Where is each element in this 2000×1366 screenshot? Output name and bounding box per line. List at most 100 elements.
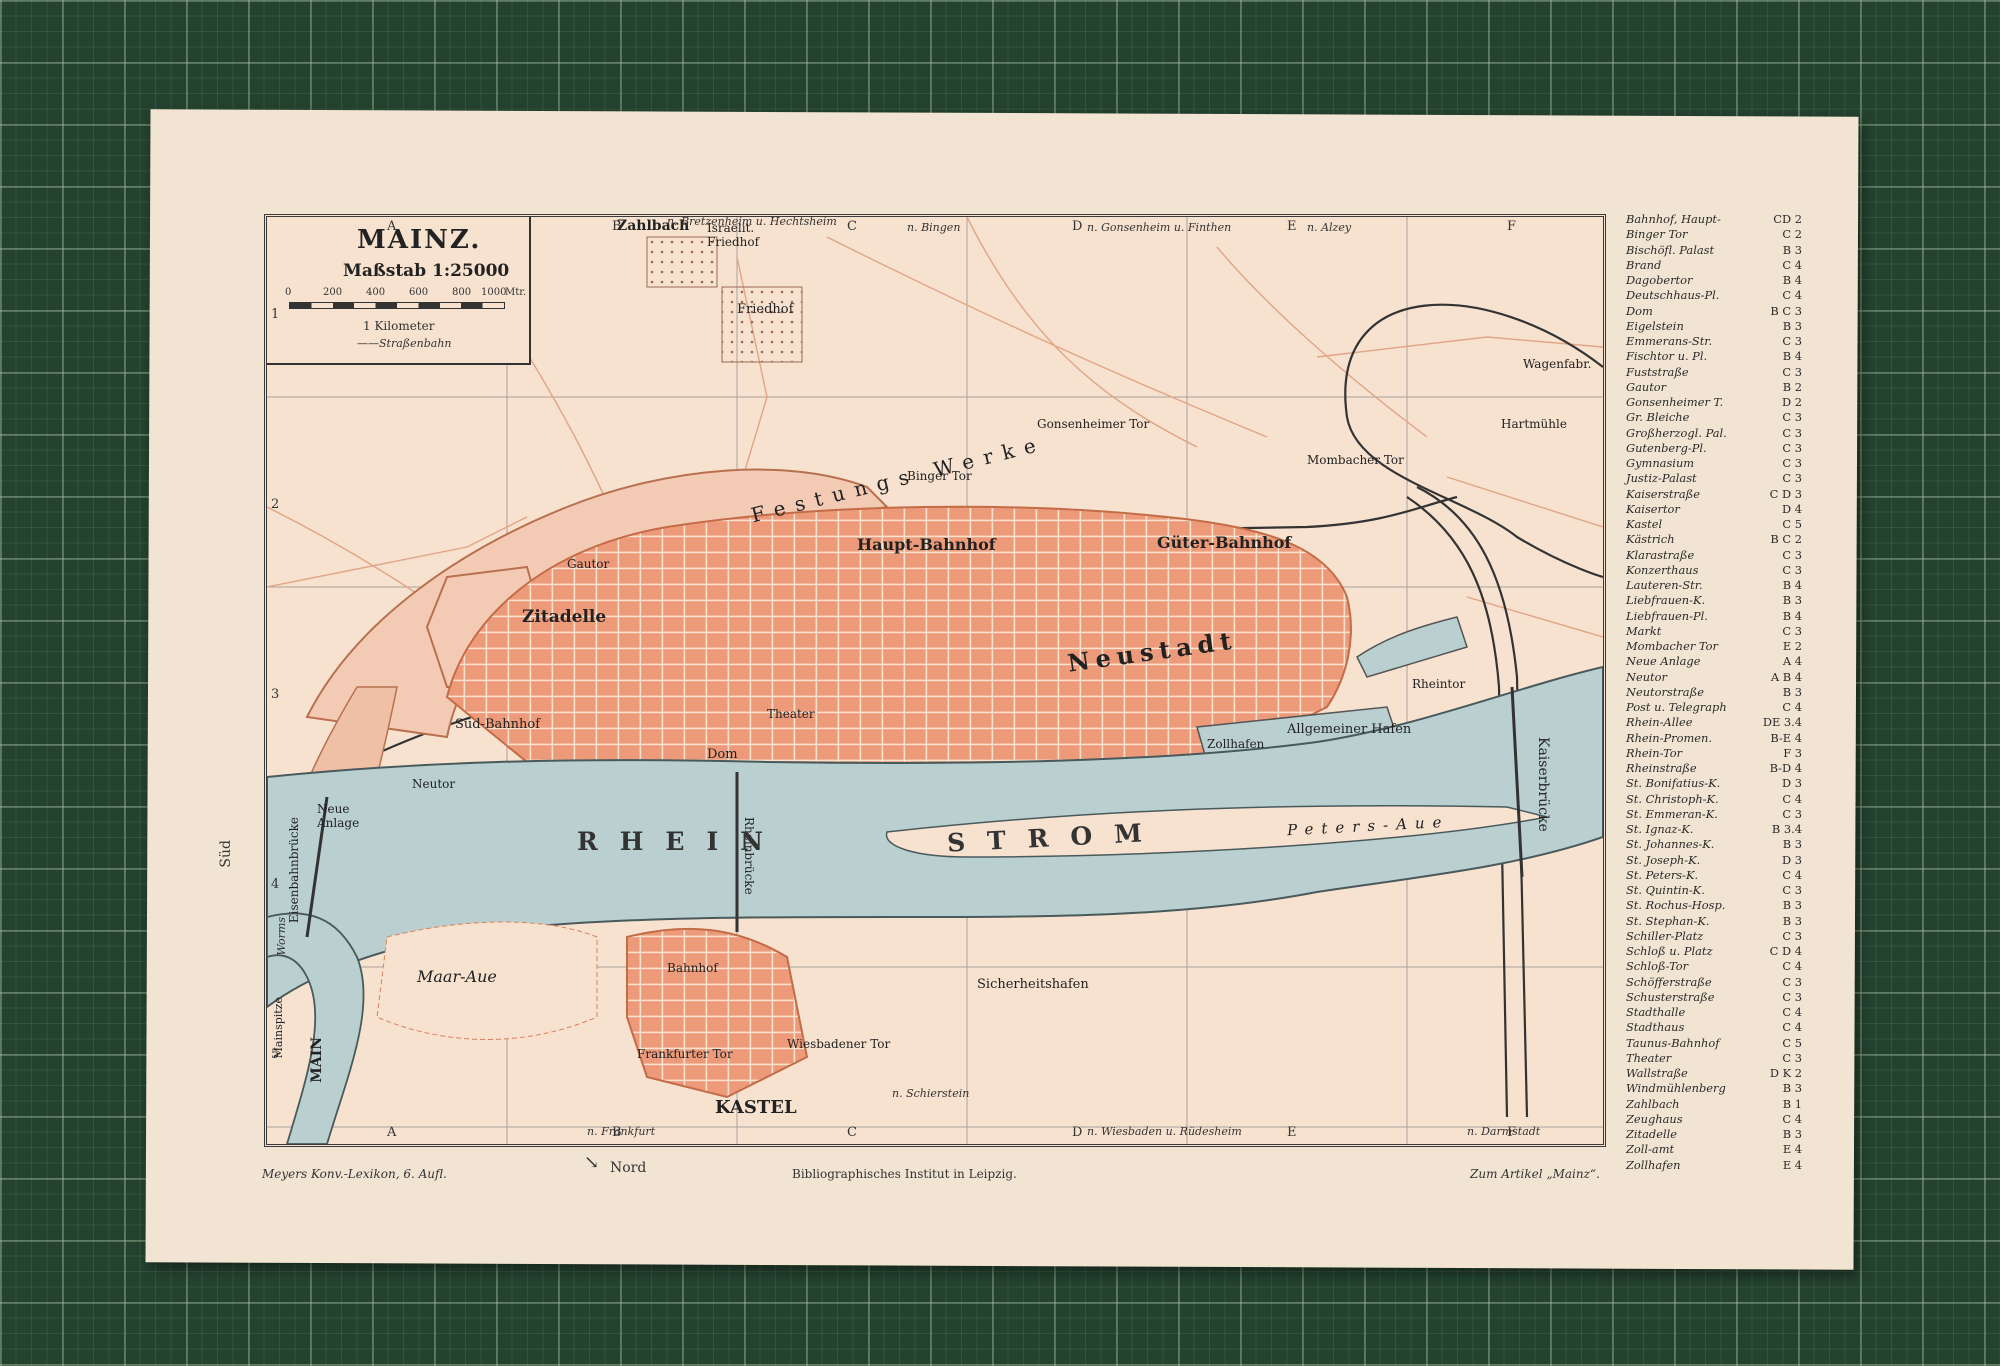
index-name: Klarastraße [1626,547,1695,562]
index-name: Rheinstraße [1626,761,1697,775]
index-ref: C 3 [1782,471,1802,486]
place-zitadelle: Zitadelle [522,607,607,627]
index-ref: B 4 [1782,608,1802,623]
index-name: Rhein-Tor [1626,745,1683,760]
index-ref: C 5 [1782,1035,1802,1050]
index-row: Zeughaus C 4 [1626,1112,1802,1127]
index-name: Emmerans-Str. [1626,334,1713,348]
road-darmstadt: n. Darmstadt [1467,1125,1541,1138]
grid-column-label: A [387,219,397,234]
index-row: Bahnhof, Haupt- CD 2 [1626,212,1802,227]
index-row: Rheinstraße B-D 4 [1626,761,1802,776]
index-name: Gymnasium [1626,456,1695,470]
road-gonsenheim: n. Gonsenheim u. Finthen [1087,221,1232,234]
place-sicherheitshafen: Sicherheitshafen [977,977,1089,992]
place-index: Bahnhof, Haupt- CD 2 Binger Tor C 2 Bischöfl… [1626,212,1802,1173]
place-gueter-bahnhof: Güter-Bahnhof [1157,533,1292,552]
index-ref: B 3 [1782,913,1802,928]
index-name: St. Christoph-K. [1626,791,1719,806]
place-allgemeiner-hafen: Allgemeiner Hafen [1287,722,1412,737]
place-frankfurter-tor: Frankfurter Tor [637,1047,733,1061]
index-ref: F 3 [1783,745,1802,760]
index-name: Rhein-Promen. [1626,730,1712,745]
scale-tick: 600 [409,287,429,298]
index-name: Konzerthaus [1626,562,1699,577]
index-name: Binger Tor [1626,227,1688,242]
index-name: St. Stephan-K. [1626,913,1710,928]
index-name: Zitadelle [1626,1127,1677,1141]
index-ref: A B 4 [1770,669,1802,684]
index-row: Lauteren-Str. B 4 [1626,578,1802,593]
index-ref: C 3 [1782,425,1802,440]
tram-label: Straßenbahn [379,337,452,350]
index-name: Post u. Telegraph [1626,700,1727,714]
index-name: St. Joseph-K. [1626,852,1701,867]
index-ref: C 4 [1782,867,1802,882]
index-name: Theater [1626,1050,1672,1065]
index-row: Rhein-Allee DE 3.4 [1626,715,1802,730]
index-ref: B 4 [1782,578,1802,592]
grid-column-label: C [847,219,857,234]
index-ref: B 1 [1782,1096,1802,1111]
index-row: Fischtor u. Pl. B 4 [1626,349,1802,364]
index-row: Brand C 4 [1626,258,1802,273]
tram-legend: ——Straßenbahn [357,337,452,350]
grid-column-label: D [1072,219,1083,234]
place-eisenbahnbruecke: Eisenbahnbrücke [287,817,301,924]
place-neue-anlage: Neue Anlage [317,802,360,830]
index-row: Neutorstraße B 3 [1626,685,1802,700]
index-row: Kaisertor D 4 [1626,502,1802,517]
index-row: St. Joseph-K. D 3 [1626,853,1802,868]
place-dom: Dom [707,747,738,762]
index-name: Neutorstraße [1626,684,1704,699]
index-ref: B 3.4 [1771,822,1802,836]
road-alzey: n. Alzey [1307,221,1352,234]
place-mombacher-tor: Mombacher Tor [1307,453,1404,467]
index-ref: C 3 [1782,364,1802,379]
index-name: Schiller-Platz [1626,928,1704,943]
index-ref: C 4 [1782,959,1802,974]
index-name: Brand [1626,257,1662,272]
index-name: Deutschhaus-Pl. [1626,288,1720,303]
compass-sued: Süd [218,840,234,868]
index-row: Neutor A B 4 [1626,670,1802,685]
kilometer-label: 1 Kilometer [363,319,435,333]
grid-row-label: 1 [271,307,280,322]
place-gautor: Gautor [567,557,610,571]
index-row: Emmerans-Str. C 3 [1626,334,1802,349]
index-ref: C 4 [1782,1005,1802,1019]
index-row: St. Emmeran-K. C 3 [1626,807,1802,822]
index-ref: B 3 [1782,898,1802,913]
index-name: Gonsenheimer T. [1626,395,1724,409]
index-row: St. Ignaz-K. B 3.4 [1626,822,1802,837]
index-ref: B 3 [1782,593,1802,608]
index-ref: D 3 [1781,852,1802,867]
index-name: Zoll-amt [1626,1142,1675,1157]
grid-column-label: E [1287,1125,1297,1140]
place-kastel: KASTEL [715,1097,797,1118]
road-frankfurt: n. Frankfurt [587,1125,656,1138]
index-name: Justiz-Palast [1626,471,1697,486]
footer-publisher: Bibliographisches Institut in Leipzig. [792,1167,1017,1181]
index-name: Eigelstein [1626,318,1684,333]
index-name: Bischöfl. Palast [1626,242,1715,257]
index-name: Gutenberg-Pl. [1626,440,1707,455]
index-ref: B 3 [1782,318,1802,333]
index-name: Stadthalle [1626,1005,1686,1019]
index-name: St. Bonifatius-K. [1626,776,1721,791]
road-worms: Worms [275,917,288,956]
index-row: Großherzogl. Pal. C 3 [1626,426,1802,441]
index-ref: C 3 [1782,456,1802,470]
index-name: Neutor [1626,669,1667,684]
index-row: St. Stephan-K. B 3 [1626,914,1802,929]
grid-row-label: 3 [271,687,280,702]
index-ref: C 3 [1782,440,1802,455]
index-ref: C 4 [1782,288,1802,303]
river-label-rhein: RHEIN [577,827,785,856]
index-name: Zollhafen [1626,1157,1681,1172]
road-bretzenheim: n. Bretzenheim u. Hechtsheim [667,215,837,228]
index-row: Taunus-Bahnhof C 5 [1626,1036,1802,1051]
index-ref: D 2 [1781,395,1802,409]
index-ref: D 4 [1781,501,1802,516]
index-row: Kastel C 5 [1626,517,1802,532]
